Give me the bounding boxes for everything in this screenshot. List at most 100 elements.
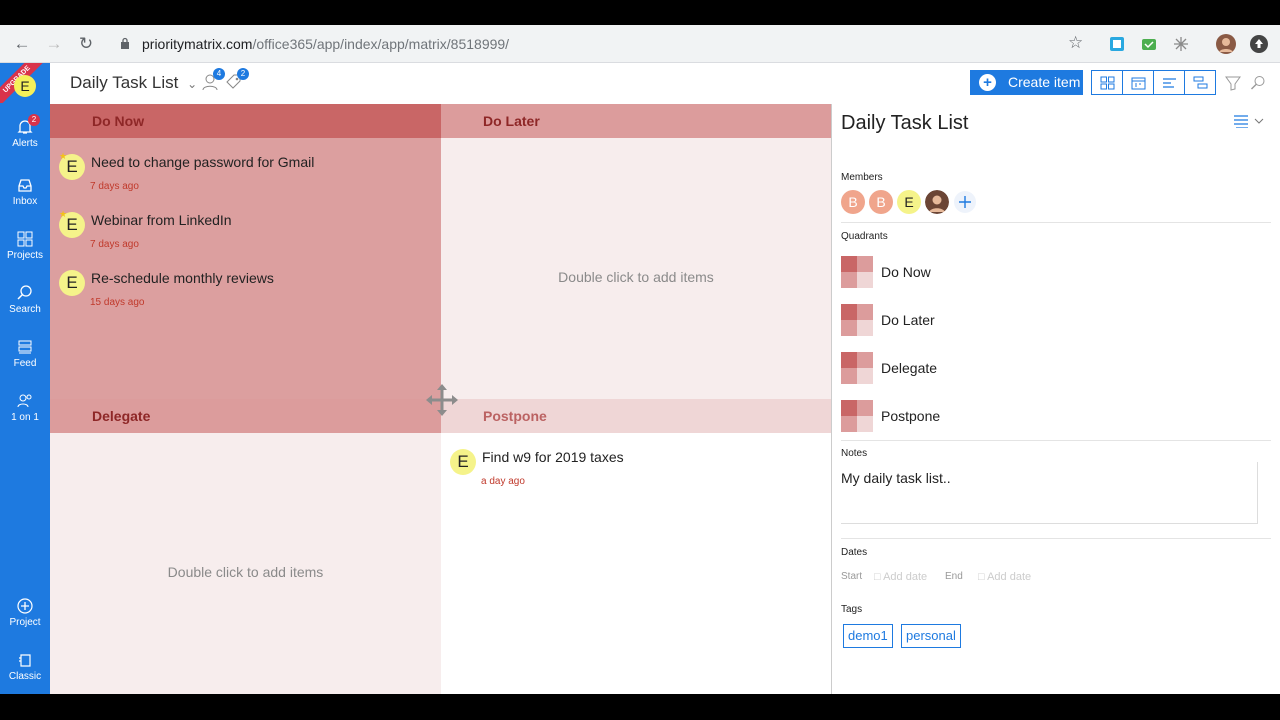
sidebar-item-classic[interactable]: Classic — [0, 652, 50, 682]
member-avatar[interactable]: E — [897, 190, 921, 214]
notes-field[interactable]: My daily task list.. — [841, 462, 1258, 524]
matrix-view-icon — [1100, 76, 1115, 90]
sidebar-item-feed[interactable]: Feed — [0, 339, 50, 369]
start-date-add[interactable]: □ Add date — [874, 571, 927, 583]
sidebar-item-inbox[interactable]: Inbox — [0, 177, 50, 207]
task-age: 7 days ago — [90, 181, 139, 192]
app-window: UPGRADE E 2 Alerts Inbox Projects Search… — [0, 63, 1280, 694]
members-label: Members — [841, 172, 883, 183]
quadrant-row-do-now[interactable]: Do Now — [841, 256, 1041, 288]
quadrant-row-delegate[interactable]: Delegate — [841, 352, 1041, 384]
task-title: Need to change password for Gmail — [91, 154, 315, 170]
calendar-view-icon — [1131, 77, 1146, 90]
task-age: a day ago — [481, 476, 525, 487]
quadrant-postpone[interactable]: Postpone E Find w9 for 2019 taxes a day … — [441, 399, 831, 694]
create-item-button[interactable]: + Create item — [970, 70, 1083, 95]
chevron-down-icon: ⌄ — [187, 77, 198, 91]
tag-chip[interactable]: demo1 — [843, 624, 893, 648]
end-date-add[interactable]: □ Add date — [978, 571, 1031, 583]
sidebar-item-alerts[interactable]: 2 Alerts — [0, 114, 50, 149]
sidebar-item-new-project[interactable]: Project — [0, 598, 50, 628]
end-date-label: Add date — [987, 571, 1032, 583]
quadrant-do-later[interactable]: Do Later Double click to add items — [441, 104, 831, 399]
start-date-label: Add date — [883, 571, 928, 583]
task-item[interactable]: E ★ Webinar from LinkedIn 7 days ago — [50, 202, 441, 254]
extension-green-icon[interactable] — [1141, 36, 1157, 52]
forward-icon[interactable]: → — [43, 33, 65, 55]
sidebar-item-label: Alerts — [12, 138, 38, 149]
sidebar-item-label: Inbox — [12, 196, 38, 207]
sidebar-item-label: Project — [9, 617, 41, 628]
quadrants-label: Quadrants — [841, 231, 888, 242]
task-title: Find w9 for 2019 taxes — [482, 449, 624, 465]
bookmark-star-icon[interactable]: ☆ — [1068, 33, 1083, 53]
grid-icon — [17, 231, 33, 247]
member-avatar[interactable]: B — [841, 190, 865, 214]
quadrant-do-later-icon — [841, 304, 873, 336]
sidebar-item-one-on-one[interactable]: 1 on 1 — [0, 393, 50, 423]
empty-hint: Double click to add items — [167, 564, 324, 580]
quadrant-postpone-icon — [841, 400, 873, 432]
extension-blue-icon[interactable] — [1109, 36, 1125, 52]
quadrant-do-now-icon — [841, 256, 873, 288]
project-title-dropdown[interactable]: Daily Task List ⌄ — [70, 73, 197, 93]
project-details-panel: Daily Task List Members B B E Quadrants … — [831, 104, 1280, 694]
sidebar-item-projects[interactable]: Projects — [0, 231, 50, 261]
task-item[interactable]: E ★ Need to change password for Gmail 7 … — [50, 144, 441, 196]
url-text: prioritymatrix.com/office365/app/index/a… — [142, 36, 510, 52]
list-view-icon — [1163, 78, 1176, 88]
reload-icon[interactable]: ↻ — [75, 33, 97, 55]
project-title: Daily Task List — [70, 73, 179, 92]
task-age: 7 days ago — [90, 239, 139, 250]
quadrant-row-do-later[interactable]: Do Later — [841, 304, 1041, 336]
notes-label: Notes — [841, 448, 868, 459]
star-icon: ★ — [59, 209, 68, 219]
add-member-icon[interactable] — [953, 190, 977, 214]
calendar-icon: □ — [874, 571, 884, 583]
sidebar-item-label: Search — [9, 304, 41, 315]
panel-menu-icon[interactable] — [1234, 114, 1266, 128]
calendar-view-button[interactable] — [1122, 70, 1154, 95]
resize-handle-icon[interactable] — [422, 380, 462, 420]
gantt-view-button[interactable] — [1184, 70, 1216, 95]
matrix-view-button[interactable] — [1091, 70, 1123, 95]
member-photo-avatar[interactable] — [925, 190, 949, 214]
star-icon: ★ — [59, 151, 68, 161]
quadrant-title: Do Later — [441, 104, 831, 138]
task-item[interactable]: E Re-schedule monthly reviews 15 days ag… — [50, 260, 441, 312]
tags-label: Tags — [841, 604, 863, 615]
plus-icon: + — [979, 74, 996, 91]
empty-hint: Double click to add items — [558, 269, 714, 285]
task-title: Webinar from LinkedIn — [91, 212, 232, 228]
address-bar[interactable]: prioritymatrix.com/office365/app/index/a… — [108, 30, 1098, 58]
task-item[interactable]: E Find w9 for 2019 taxes a day ago — [441, 439, 831, 491]
assignee-avatar: E — [450, 449, 476, 475]
panel-title: Daily Task List — [841, 112, 969, 134]
end-label: End — [945, 571, 963, 582]
tag-chip[interactable]: personal — [901, 624, 961, 648]
back-icon[interactable]: ← — [11, 33, 33, 55]
profile-avatar[interactable] — [1216, 34, 1236, 54]
left-sidebar: UPGRADE E 2 Alerts Inbox Projects Search… — [0, 63, 50, 694]
start-label: Start — [841, 571, 863, 582]
task-age: 15 days ago — [90, 297, 145, 308]
sidebar-item-label: Classic — [8, 671, 42, 682]
quadrant-title: Delegate — [50, 399, 441, 433]
section-divider — [841, 440, 1271, 441]
search-icon[interactable] — [1250, 75, 1266, 91]
add-project-icon — [17, 598, 33, 614]
extension-snowflake-icon[interactable] — [1173, 36, 1189, 52]
section-divider — [841, 538, 1271, 539]
quadrant-name: Do Later — [881, 312, 935, 328]
quadrant-do-now[interactable]: Do Now E ★ Need to change password for G… — [50, 104, 441, 399]
quadrant-delegate[interactable]: Delegate Double click to add items — [50, 399, 441, 694]
filter-icon[interactable] — [1225, 75, 1241, 91]
quadrant-title: Do Now — [50, 104, 441, 138]
member-avatar[interactable]: B — [869, 190, 893, 214]
priority-matrix: Do Now E ★ Need to change password for G… — [50, 104, 831, 694]
sidebar-item-search[interactable]: Search — [0, 285, 50, 315]
quadrant-row-postpone[interactable]: Postpone — [841, 400, 1041, 432]
user-avatar[interactable]: E — [14, 75, 36, 97]
update-icon[interactable] — [1250, 35, 1268, 53]
list-view-button[interactable] — [1153, 70, 1185, 95]
